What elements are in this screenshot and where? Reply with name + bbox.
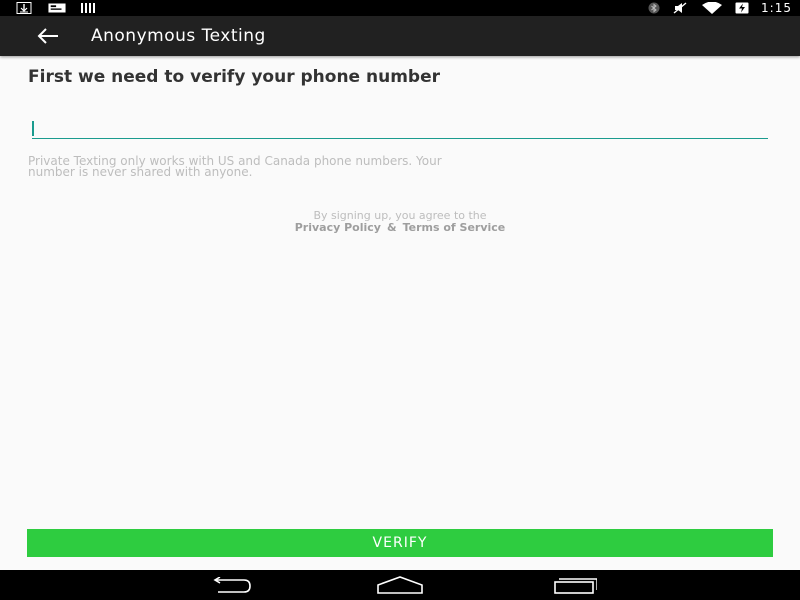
message-icon <box>48 3 66 13</box>
ampersand: & <box>386 221 397 234</box>
status-left-icons <box>16 2 98 14</box>
status-time: 1:15 <box>761 1 792 15</box>
app-title: Anonymous Texting <box>91 26 266 46</box>
disclaimer-text: Private Texting only works with US and C… <box>28 154 442 179</box>
system-nav-bar <box>0 570 800 600</box>
arrow-left-icon <box>37 28 58 44</box>
nav-back-button[interactable] <box>199 573 259 597</box>
battery-icon <box>735 2 749 14</box>
status-right-icons: 1:15 <box>647 0 792 16</box>
phone-number-input[interactable] <box>32 118 768 139</box>
back-button[interactable] <box>32 24 64 48</box>
back-icon <box>213 577 251 593</box>
page-heading: First we need to verify your phone numbe… <box>28 67 441 87</box>
legal-links: Privacy Policy & Terms of Service <box>0 221 800 234</box>
terms-of-service-link[interactable]: Terms of Service <box>403 221 506 234</box>
home-icon <box>377 576 423 594</box>
verify-button[interactable]: VERIFY <box>27 529 773 557</box>
text-cursor <box>32 121 34 136</box>
wifi-icon <box>702 2 723 14</box>
download-icon <box>16 2 32 14</box>
mute-icon <box>673 2 687 14</box>
nav-recents-button[interactable] <box>542 573 602 597</box>
app-bar: Anonymous Texting <box>0 16 800 56</box>
bluetooth-icon <box>648 2 660 14</box>
nav-home-button[interactable] <box>370 573 430 597</box>
recents-icon <box>554 578 597 594</box>
privacy-policy-link[interactable]: Privacy Policy <box>295 221 381 234</box>
barcode-icon <box>81 3 95 13</box>
status-bar: 1:15 <box>0 0 800 16</box>
